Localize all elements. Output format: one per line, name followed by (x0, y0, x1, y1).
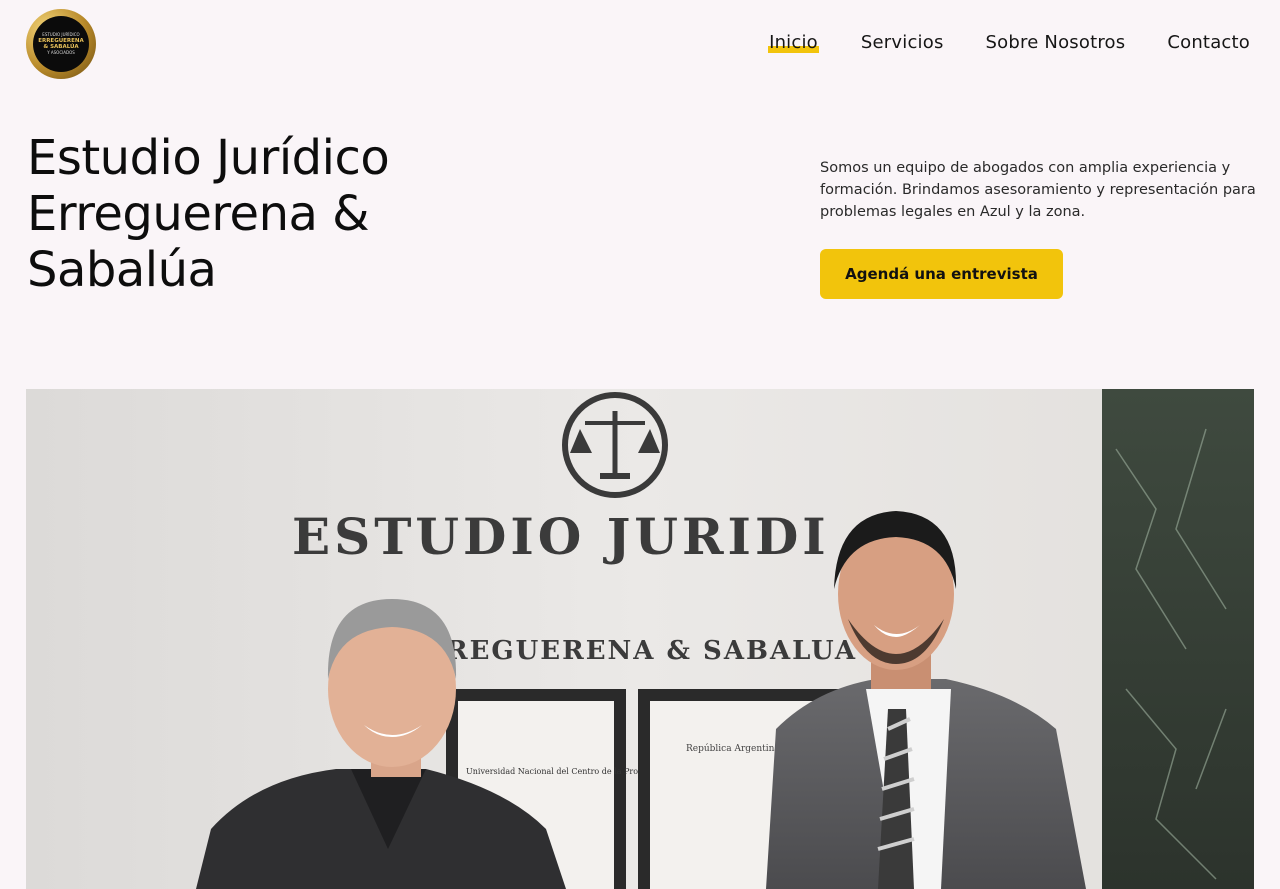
nav-link-contacto[interactable]: Contacto (1167, 32, 1250, 53)
main-nav: Inicio Servicios Sobre Nosotros Contacto (768, 32, 1250, 53)
wall-sign-line1: ESTUDIO JURIDI (292, 507, 830, 566)
logo-badge: ESTUDIO JURÍDICO ERREGUERENA & SABALÚA Y… (33, 16, 89, 72)
hero-description: Somos un equipo de abogados con amplia e… (820, 160, 1256, 220)
hero-title-line3: Sabalúa (27, 242, 217, 298)
page: ESTUDIO JURÍDICO ERREGUERENA & SABALÚA Y… (0, 0, 1280, 889)
hero-title-line1: Estudio Jurídico (27, 130, 390, 186)
team-photo: ESTUDIO JURIDI REGUERENA & SABALUA Unive… (26, 389, 1254, 889)
logo-text-bottom: Y ASOCIADOS (47, 50, 75, 55)
nav-link-servicios[interactable]: Servicios (861, 32, 944, 53)
nav-link-sobre-nosotros[interactable]: Sobre Nosotros (986, 32, 1126, 53)
site-logo[interactable]: ESTUDIO JURÍDICO ERREGUERENA & SABALÚA Y… (26, 9, 96, 79)
diploma-right-text: República Argentina (686, 743, 780, 754)
wall-sign-line2: REGUERENA & SABALUA (446, 636, 857, 666)
schedule-interview-button[interactable]: Agendá una entrevista (820, 249, 1063, 299)
marble-column (1102, 389, 1254, 889)
hero-title: Estudio Jurídico Erreguerena & Sabalúa (27, 130, 587, 298)
nav-link-inicio[interactable]: Inicio (768, 32, 819, 53)
team-photo-illustration: ESTUDIO JURIDI REGUERENA & SABALUA Unive… (26, 389, 1254, 889)
hero-title-line2: Erreguerena & (27, 186, 370, 242)
